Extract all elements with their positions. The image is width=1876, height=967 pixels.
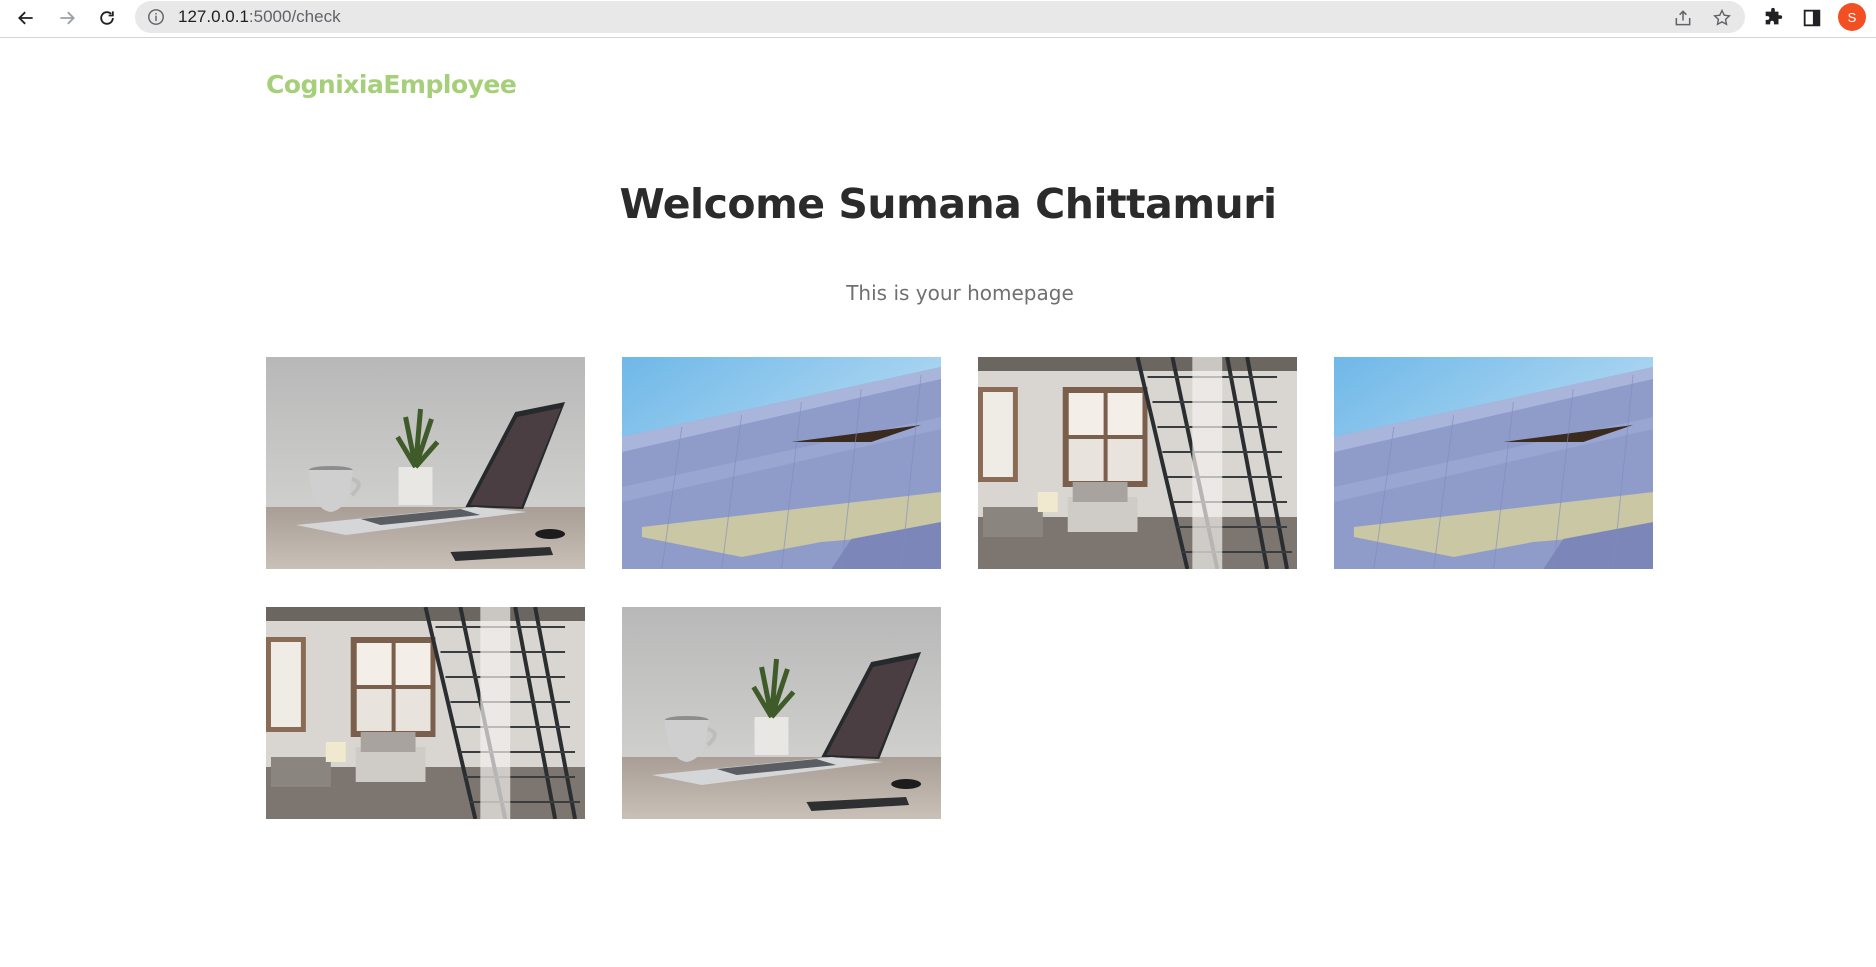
bookmark-star-icon[interactable] — [1712, 8, 1732, 28]
profile-avatar[interactable]: S — [1838, 3, 1866, 31]
reload-icon — [100, 11, 114, 25]
brand-logo-link[interactable]: CognixiaEmployee — [266, 70, 517, 99]
url-path: :5000/check — [248, 7, 341, 26]
address-bar[interactable]: 127.0.0.1:5000/check — [135, 1, 1745, 33]
extensions-puzzle-icon[interactable] — [1762, 7, 1784, 29]
browser-toolbar: 127.0.0.1:5000/check S — [0, 0, 1876, 38]
reload-button[interactable] — [93, 4, 121, 32]
share-icon[interactable] — [1673, 8, 1693, 28]
gallery-image-building-facade — [1334, 357, 1653, 569]
gallery-image-building-facade — [622, 357, 941, 569]
back-arrow-icon — [18, 11, 33, 25]
gallery-image-loft-stairs — [266, 607, 585, 819]
url-host: 127.0.0.1 — [178, 7, 249, 26]
gallery-image-loft-stairs — [978, 357, 1297, 569]
page-title: Welcome Sumana Chittamuri — [619, 180, 1277, 228]
gallery-image-laptop-desk — [622, 607, 941, 819]
image-gallery — [266, 357, 1654, 819]
url-text: 127.0.0.1:5000/check — [178, 7, 341, 27]
site-info-icon[interactable] — [147, 8, 165, 26]
gallery-image-laptop-desk — [266, 357, 585, 569]
side-panel-icon[interactable] — [1801, 7, 1823, 29]
forward-button[interactable] — [53, 4, 81, 32]
back-button[interactable] — [12, 4, 40, 32]
page-subtitle: This is your homepage — [846, 281, 1074, 305]
forward-arrow-icon — [60, 11, 75, 25]
